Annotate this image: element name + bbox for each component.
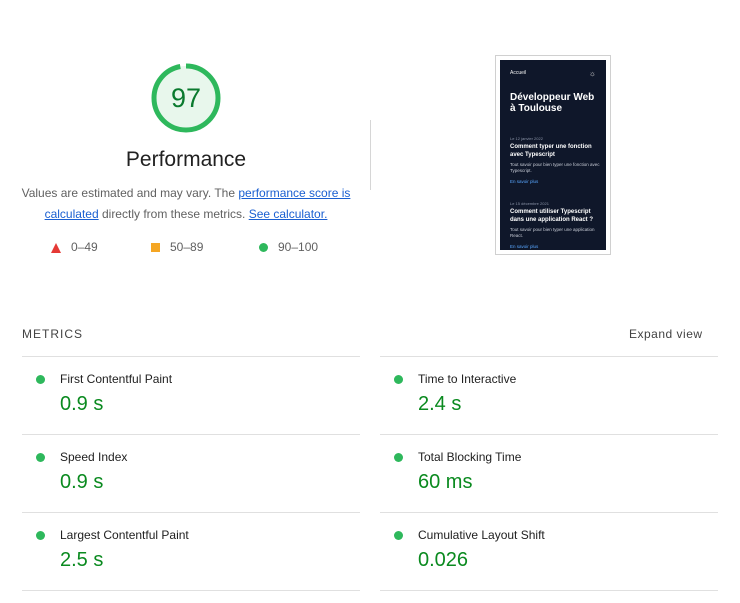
legend-label: 90–100	[278, 240, 319, 254]
post-desc: Tout savoir pour bien typer une fonction…	[510, 162, 600, 173]
post-more: En savoir plus	[510, 179, 539, 184]
metric-value: 0.026	[418, 549, 469, 571]
legend-pass: 90–100	[259, 240, 318, 254]
post-more: En savoir plus	[510, 244, 539, 249]
metric-lcp: Largest Contentful Paint 2.5 s	[22, 512, 360, 590]
metric-name: Speed Index	[60, 450, 128, 464]
metric-name: Cumulative Layout Shift	[418, 528, 545, 542]
metric-tbt: Total Blocking Time 60 ms	[380, 434, 718, 512]
square-icon	[151, 243, 160, 253]
metric-name: Total Blocking Time	[418, 450, 522, 464]
divider	[380, 590, 718, 591]
post-desc: Tout savoir pour bien typer une applicat…	[510, 227, 595, 238]
screenshot-page: Accueil ☼ Développeur Web à Toulouse Le …	[500, 60, 606, 250]
score-gauge: 97	[150, 62, 222, 134]
pass-dot-icon	[36, 453, 45, 462]
category-title: Performance	[125, 148, 247, 171]
post-date: Le 15 décembre 2021	[510, 201, 549, 206]
divider	[22, 590, 360, 591]
pass-dot-icon	[36, 531, 45, 540]
triangle-icon	[51, 242, 61, 253]
score-value: 97	[170, 83, 202, 113]
post-date: Le 12 janvier 2022	[510, 136, 543, 141]
screenshot-post: Le 15 décembre 2021 Comment utiliser Typ…	[510, 201, 602, 249]
post-title: Comment utiliser Typescript dans une app…	[510, 209, 594, 223]
pass-dot-icon	[394, 375, 403, 384]
metric-name: Largest Contentful Paint	[60, 528, 189, 542]
legend-label: 50–89	[170, 240, 204, 254]
pass-dot-icon	[394, 453, 403, 462]
screenshot-headline: Développeur Web à Toulouse	[510, 92, 595, 114]
legend-fail: 0–49	[51, 240, 98, 254]
description-text: Values are estimated and may vary. The	[21, 186, 239, 200]
screenshot-post: Le 12 janvier 2022 Comment typer une fon…	[510, 136, 602, 184]
pass-dot-icon	[36, 375, 45, 384]
metric-name: Time to Interactive	[418, 372, 517, 386]
see-calculator-link[interactable]: See calculator.	[249, 207, 328, 221]
expand-view-button[interactable]: Expand view	[629, 327, 703, 341]
metric-value: 0.9 s	[60, 393, 104, 415]
metric-value: 2.4 s	[418, 393, 462, 415]
metric-tti: Time to Interactive 2.4 s	[380, 356, 718, 434]
description-text: directly from these metrics.	[98, 207, 249, 221]
metric-value: 2.5 s	[60, 549, 104, 571]
circle-icon	[259, 243, 268, 253]
post-title: Comment typer une fonction avec Typescri…	[510, 144, 592, 158]
metric-value: 60 ms	[418, 471, 473, 493]
legend-average: 50–89	[151, 240, 203, 254]
sun-icon: ☼	[588, 69, 596, 78]
score-description: Values are estimated and may vary. The p…	[20, 183, 352, 225]
legend-label: 0–49	[71, 240, 98, 254]
divider	[370, 120, 371, 190]
metric-name: First Contentful Paint	[60, 372, 173, 386]
metrics-heading: METRICS	[22, 327, 83, 341]
metric-fcp: First Contentful Paint 0.9 s	[22, 356, 360, 434]
pass-dot-icon	[394, 531, 403, 540]
metric-si: Speed Index 0.9 s	[22, 434, 360, 512]
metric-cls: Cumulative Layout Shift 0.026	[380, 512, 718, 590]
metric-value: 0.9 s	[60, 471, 104, 493]
final-screenshot[interactable]: Accueil ☼ Développeur Web à Toulouse Le …	[495, 55, 611, 255]
screenshot-nav: Accueil	[510, 70, 527, 76]
